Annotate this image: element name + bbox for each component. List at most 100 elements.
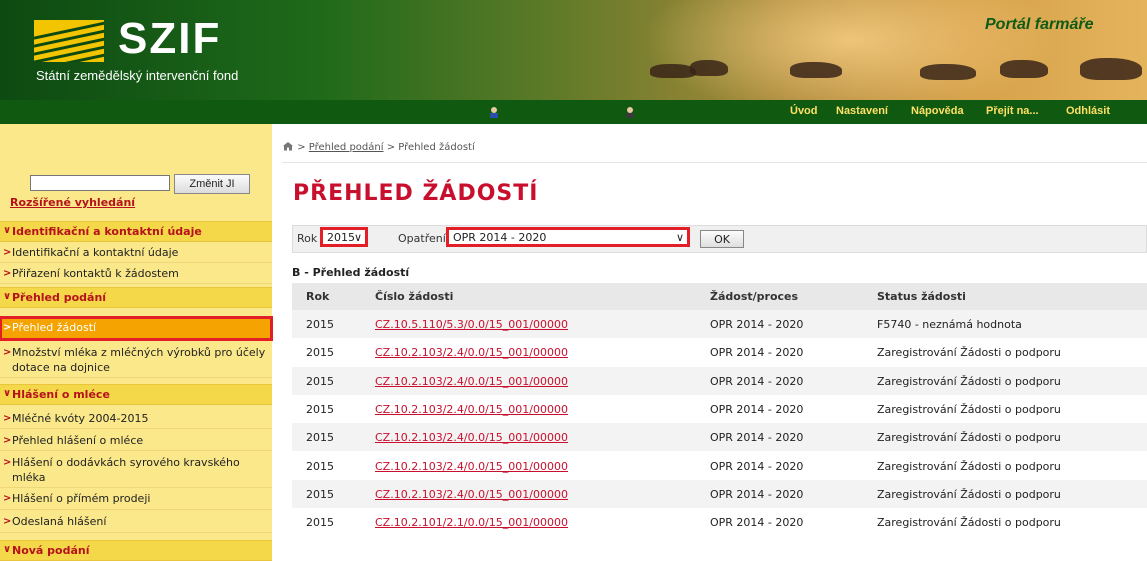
cell-process: OPR 2014 - 2020 <box>710 459 804 473</box>
sidebar-section-milk-reports[interactable]: ∨ Hlášení o mléce <box>0 384 272 405</box>
chevron-right-icon: > <box>3 268 12 279</box>
breadcrumb-link-submissions[interactable]: Přehled podání <box>309 142 384 153</box>
site-header: SZIF Státní zemědělský intervenční fond … <box>0 0 1147 100</box>
cell-status: Zaregistrování Žádosti o podporu <box>877 516 1061 530</box>
breadcrumb-separator: > <box>386 142 396 153</box>
nav-link-uvod[interactable]: Úvod <box>790 105 818 117</box>
breadcrumb-separator: > <box>297 142 306 153</box>
nav-link-nastaveni[interactable]: Nastavení <box>836 105 888 117</box>
cell-process: OPR 2014 - 2020 <box>710 516 804 530</box>
chevron-down-icon: ∨ <box>3 225 12 236</box>
sidebar-item-direct-sales[interactable]: > Hlášení o přímém prodeji <box>0 488 272 510</box>
cell-process: OPR 2014 - 2020 <box>710 318 804 331</box>
cell-application-number[interactable]: CZ.10.2.101/2.1/0.0/15_001/00000 <box>375 516 568 529</box>
sidebar-section-identification[interactable]: ∨ Identifikační a kontaktní údaje <box>0 221 272 242</box>
sidebar-item-identification[interactable]: > Identifikační a kontaktní údaje <box>0 242 272 263</box>
column-header-process: Žádost/proces <box>710 290 799 303</box>
ji-search-input[interactable] <box>30 175 170 191</box>
sidebar-search-area: Změnit JI Rozšířené vyhledání <box>0 124 272 220</box>
cell-status: Zaregistrování Žádosti o podporu <box>877 431 1061 445</box>
table-row: 2015 CZ.10.2.101/2.1/0.0/15_001/00000 OPR … <box>292 508 1147 536</box>
chevron-down-icon: ∨ <box>353 231 362 244</box>
column-header-status: Status žádosti <box>877 290 966 303</box>
cow-silhouette <box>790 62 842 78</box>
sidebar-item-milk-quotas[interactable]: > Mléčné kvóty 2004-2015 <box>0 408 272 429</box>
table-row: 2015 CZ.10.2.103/2.4/0.0/15_001/00000 OPR … <box>292 423 1147 452</box>
sidebar-item-label: Identifikační a kontaktní údaje <box>12 246 179 259</box>
breadcrumb-current: Přehled žádostí <box>398 142 475 153</box>
sidebar-item-raw-milk-deliveries[interactable]: > Hlášení o dodávkách syrového kravského… <box>0 452 272 488</box>
sidebar-section-label: Identifikační a kontaktní údaje <box>12 225 202 238</box>
header-glow <box>640 0 1060 100</box>
sidebar-section-label: Nová podání <box>12 544 90 557</box>
sidebar-item-label: Množství mléka z mléčných výrobků pro úč… <box>12 346 266 374</box>
sidebar-item-label: Hlášení o dodávkách syrového kravského m… <box>12 456 240 484</box>
sidebar-item-label: Přiřazení kontaktů k žádostem <box>12 267 179 280</box>
section-heading: B - Přehled žádostí <box>292 266 410 279</box>
chevron-right-icon: > <box>3 516 12 527</box>
cell-year: 2015 <box>306 374 334 388</box>
user-icon <box>490 107 498 118</box>
measure-select[interactable]: OPR 2014 - 2020 ∨ <box>446 227 690 247</box>
sidebar: Změnit JI Rozšířené vyhledání ∨ Identifi… <box>0 124 273 561</box>
advanced-search-link[interactable]: Rozšířené vyhledání <box>10 196 135 209</box>
cell-application-number[interactable]: CZ.10.2.103/2.4/0.0/15_001/00000 <box>375 460 568 473</box>
cell-status: Zaregistrování Žádosti o podporu <box>877 346 1061 360</box>
breadcrumb: > Přehled podání > Přehled žádostí <box>282 141 475 153</box>
sidebar-item-contacts[interactable]: > Přiřazení kontaktů k žádostem <box>0 263 272 284</box>
cell-year: 2015 <box>306 402 334 416</box>
cell-process: OPR 2014 - 2020 <box>710 346 804 360</box>
sidebar-section-submissions[interactable]: ∨ Přehled podání <box>0 287 272 308</box>
chevron-right-icon: > <box>3 322 12 333</box>
cell-year: 2015 <box>306 346 334 360</box>
cell-application-number[interactable]: CZ.10.2.103/2.4/0.0/15_001/00000 <box>375 431 568 444</box>
chevron-right-icon: > <box>3 457 12 468</box>
sidebar-item-milk-quantity[interactable]: > Množství mléka z mléčných výrobků pro … <box>0 342 272 378</box>
chevron-right-icon: > <box>3 247 12 258</box>
chevron-down-icon: ∨ <box>3 291 12 302</box>
chevron-down-icon: ∨ <box>675 231 684 244</box>
sidebar-item-sent-reports[interactable]: > Odeslaná hlášení <box>0 511 272 533</box>
change-ji-button[interactable]: Změnit JI <box>174 174 250 194</box>
ok-button[interactable]: OK <box>700 230 744 248</box>
cell-year: 2015 <box>306 459 334 473</box>
cell-process: OPR 2014 - 2020 <box>710 487 804 501</box>
table-row: 2015 CZ.10.2.103/2.4/0.0/15_001/00000 OPR … <box>292 479 1147 508</box>
cell-application-number[interactable]: CZ.10.2.103/2.4/0.0/15_001/00000 <box>375 375 568 388</box>
chevron-down-icon: ∨ <box>3 388 12 399</box>
chevron-right-icon: > <box>3 413 12 424</box>
chevron-right-icon: > <box>3 347 12 358</box>
sidebar-item-label: Mléčné kvóty 2004-2015 <box>12 412 149 425</box>
table-row: 2015 CZ.10.2.103/2.4/0.0/15_001/00000 OPR … <box>292 452 1147 480</box>
cell-application-number[interactable]: CZ.10.5.110/5.3/0.0/15_001/00000 <box>375 318 568 331</box>
sidebar-section-new-submissions[interactable]: ∨ Nová podání <box>0 540 272 561</box>
year-select[interactable]: 2015 ∨ <box>320 227 368 247</box>
logo-subtitle: Státní zemědělský intervenční fond <box>36 68 239 83</box>
chevron-right-icon: > <box>3 435 12 446</box>
nav-link-prejit-na[interactable]: Přejít na... <box>986 105 1039 117</box>
cell-application-number[interactable]: CZ.10.2.103/2.4/0.0/15_001/00000 <box>375 346 568 359</box>
sidebar-section-label: Hlášení o mléce <box>12 388 110 401</box>
cell-status: Zaregistrování Žádosti o podporu <box>877 374 1061 388</box>
cell-process: OPR 2014 - 2020 <box>710 374 804 388</box>
cell-application-number[interactable]: CZ.10.2.103/2.4/0.0/15_001/00000 <box>375 403 568 416</box>
home-icon[interactable] <box>282 141 294 151</box>
measure-label: Opatření <box>398 232 446 245</box>
nav-link-napoveda[interactable]: Nápověda <box>911 105 964 117</box>
cell-status: Zaregistrování Žádosti o podporu <box>877 459 1061 473</box>
sidebar-item-milk-reports-overview[interactable]: > Přehled hlášení o mléce <box>0 430 272 451</box>
table-row: 2015 CZ.10.2.103/2.4/0.0/15_001/00000 OPR … <box>292 366 1147 395</box>
cell-application-number[interactable]: CZ.10.2.103/2.4/0.0/15_001/00000 <box>375 488 568 501</box>
measure-select-value: OPR 2014 - 2020 <box>453 231 547 244</box>
cell-status: Zaregistrování Žádosti o podporu <box>877 487 1061 501</box>
sidebar-item-label: Hlášení o přímém prodeji <box>12 492 151 505</box>
user-icon <box>626 107 634 118</box>
table-header: Rok Číslo žádosti Žádost/proces Status ž… <box>292 283 1147 310</box>
cell-year: 2015 <box>306 487 334 501</box>
sidebar-item-applications-overview[interactable]: > Přehled žádostí <box>0 316 273 341</box>
nav-link-odhlasit[interactable]: Odhlásit <box>1066 105 1110 117</box>
cow-silhouette <box>1000 60 1048 78</box>
top-nav: Úvod Nastavení Nápověda Přejít na... Odh… <box>0 100 1147 124</box>
logo-text: SZIF <box>118 14 222 63</box>
table-row: 2015 CZ.10.5.110/5.3/0.0/15_001/00000 OPR … <box>292 310 1147 338</box>
